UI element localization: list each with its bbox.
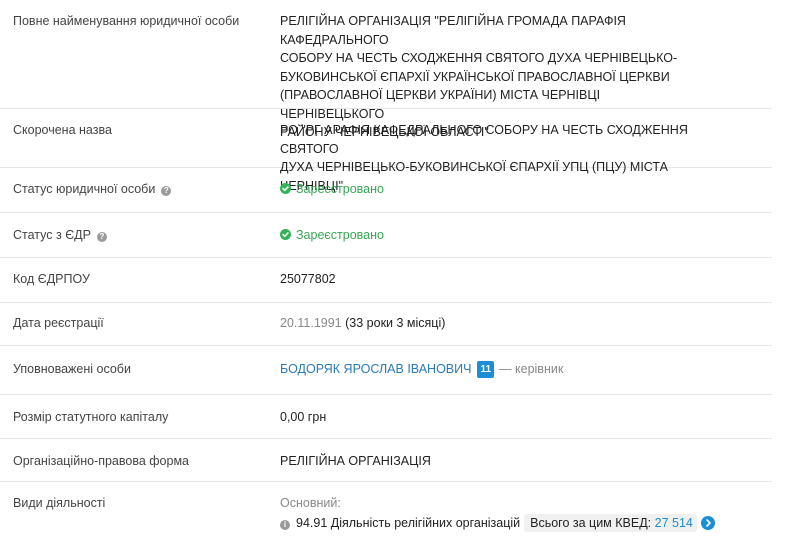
company-details-table: Повне найменування юридичної особи РЕЛІГ… bbox=[0, 0, 772, 544]
edr-status-value-wrap: Зареєстровано bbox=[280, 226, 702, 245]
short-name-label: Скорочена назва bbox=[13, 123, 112, 137]
row-edrpou: Код ЄДРПОУ 25077802 bbox=[0, 258, 772, 303]
edrpou-value: 25077802 bbox=[280, 272, 336, 286]
legal-status-label-wrap: Статус юридичної особи? bbox=[13, 181, 172, 198]
legal-status-value: Зареєстровано bbox=[296, 182, 384, 196]
reg-date-label: Дата реєстрації bbox=[13, 316, 104, 330]
kved-total-pill[interactable]: Всього за цим КВЕД: 27 514 bbox=[524, 513, 697, 532]
kved-activity: 94.91 Діяльність релігійних організацій bbox=[296, 515, 521, 530]
row-legal-form: Організаційно-правова форма РЕЛІГІЙНА ОР… bbox=[0, 439, 772, 482]
help-icon[interactable]: ? bbox=[96, 232, 107, 242]
full-name-line: БУКОВИНСЬКОЇ ЄПАРХІЇ УКРАЇНСЬКОЇ ПРАВОСЛ… bbox=[280, 69, 670, 84]
person-count-badge[interactable]: 11 bbox=[477, 361, 495, 378]
authorized-value-wrap: БОДОРЯК ЯРОСЛАВ ІВАНОВИЧ 11 — керівник bbox=[280, 360, 702, 379]
capital-value: 0,00 грн bbox=[280, 410, 327, 424]
edr-status-label-wrap: Статус з ЄДР? bbox=[13, 227, 107, 244]
row-capital: Розмір статутного капіталу 0,00 грн bbox=[0, 395, 772, 439]
edr-status-value: Зареєстровано bbox=[296, 228, 384, 242]
reg-age: (33 роки 3 місяці) bbox=[345, 316, 446, 330]
edrpou-label: Код ЄДРПОУ bbox=[13, 272, 90, 286]
full-name-label: Повне найменування юридичної особи bbox=[13, 14, 240, 28]
legal-form-value: РЕЛІГІЙНА ОРГАНІЗАЦІЯ bbox=[280, 454, 431, 468]
authorized-label: Уповноважені особи bbox=[13, 362, 131, 376]
reg-date-value-wrap: 20.11.1991 (33 роки 3 місяці) bbox=[280, 314, 702, 333]
edr-status-label: Статус з ЄДР bbox=[13, 228, 91, 242]
check-circle-icon bbox=[280, 229, 291, 240]
row-edr-status: Статус з ЄДР? Зареєстровано bbox=[0, 213, 772, 258]
row-reg-date: Дата реєстрації 20.11.1991 (33 роки 3 мі… bbox=[0, 303, 772, 346]
primary-activity-label: Основний: bbox=[280, 496, 341, 510]
activities-value-wrap: Основний: i 94.91 Діяльність релігійних о… bbox=[280, 494, 772, 532]
activities-label: Види діяльності bbox=[13, 496, 106, 510]
check-circle-icon bbox=[280, 183, 291, 194]
kved-total-label: Всього за цим КВЕД: bbox=[530, 515, 652, 530]
help-icon[interactable]: ? bbox=[161, 186, 172, 196]
capital-label: Розмір статутного капіталу bbox=[13, 410, 169, 424]
legal-status-label: Статус юридичної особи bbox=[13, 182, 156, 196]
authorized-person-link[interactable]: БОДОРЯК ЯРОСЛАВ ІВАНОВИЧ bbox=[280, 362, 471, 376]
info-icon[interactable]: i bbox=[280, 519, 290, 530]
chevron-right-icon[interactable] bbox=[700, 515, 715, 530]
legal-form-label: Організаційно-правова форма bbox=[13, 454, 189, 468]
authorized-role: — керівник bbox=[499, 362, 564, 376]
row-legal-status: Статус юридичної особи? Зареєстровано bbox=[0, 168, 772, 213]
row-activities: Види діяльності Основний: i 94.91 Діяльні… bbox=[0, 482, 772, 544]
full-name-line: СОБОРУ НА ЧЕСТЬ СХОДЖЕННЯ СВЯТОГО ДУХА Ч… bbox=[280, 51, 678, 65]
row-full-name: Повне найменування юридичної особи РЕЛІГ… bbox=[0, 0, 772, 139]
primary-activity: i 94.91 Діяльність релігійних організацій… bbox=[280, 513, 772, 533]
row-authorized-persons: Уповноважені особи БОДОРЯК ЯРОСЛАВ ІВАНО… bbox=[0, 346, 772, 395]
legal-status-value-wrap: Зареєстровано bbox=[280, 180, 702, 199]
row-short-name: Скорочена назва РО "РГ АРАФІЯ КАФЕДРАЛЬН… bbox=[0, 109, 772, 193]
short-name-line: РО "РГ АРАФІЯ КАФЕДРАЛЬНОГО СОБОРУ НА ЧЕ… bbox=[280, 123, 688, 156]
full-name-line: РЕЛІГІЙНА ОРГАНІЗАЦІЯ "РЕЛІГІЙНА ГРОМАДА… bbox=[280, 14, 626, 47]
kved-total-count: 27 514 bbox=[654, 515, 693, 530]
reg-date: 20.11.1991 bbox=[280, 316, 342, 330]
